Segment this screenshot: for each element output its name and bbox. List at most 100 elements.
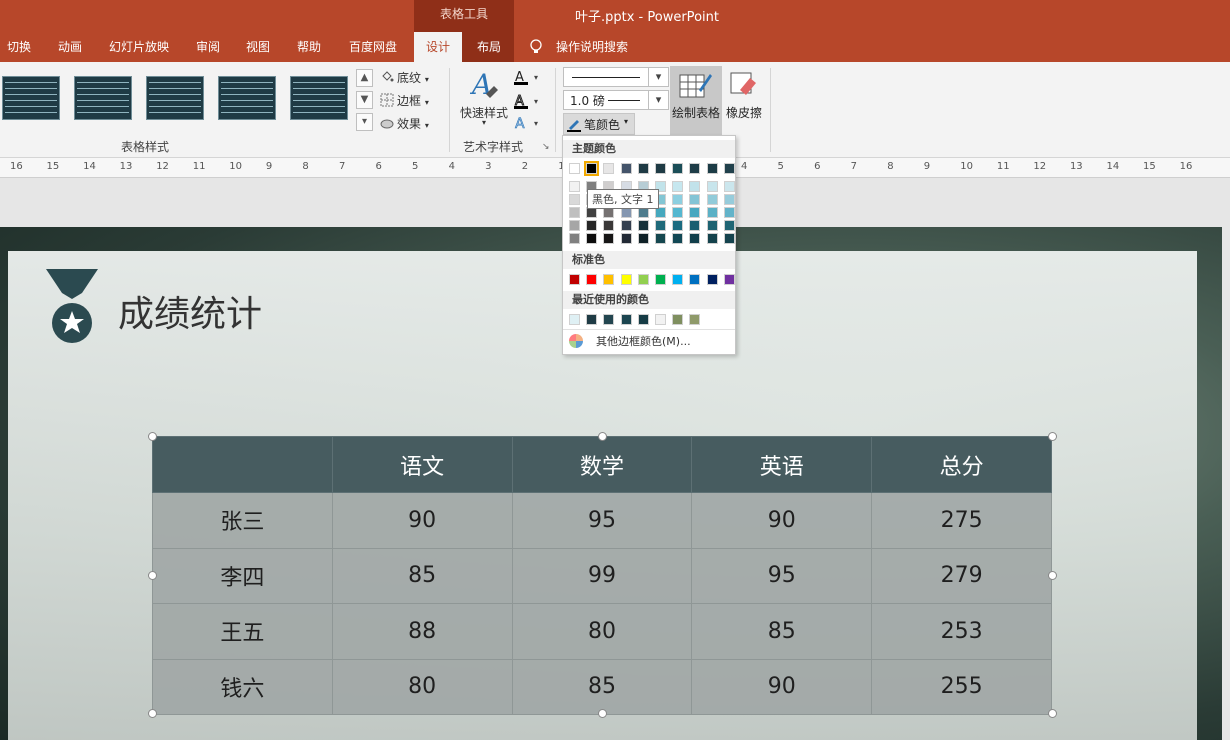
recent-color-swatch[interactable]: [672, 314, 684, 325]
theme-color-swatch[interactable]: [706, 163, 718, 174]
recent-color-swatch[interactable]: [637, 314, 649, 325]
theme-shade-swatch[interactable]: [620, 220, 632, 231]
recent-color-swatch[interactable]: [620, 314, 632, 325]
table-header-cell[interactable]: 英语: [691, 436, 873, 493]
recent-color-swatch[interactable]: [586, 314, 598, 325]
theme-shade-swatch[interactable]: [603, 220, 615, 231]
theme-shade-swatch[interactable]: [672, 181, 684, 192]
theme-shade-swatch[interactable]: [586, 220, 598, 231]
resize-handle[interactable]: [1048, 709, 1057, 718]
theme-shade-swatch[interactable]: [672, 220, 684, 231]
table-header-cell[interactable]: 数学: [511, 436, 693, 493]
theme-shade-swatch[interactable]: [723, 194, 735, 205]
standard-color-swatch[interactable]: [637, 274, 649, 285]
table-cell[interactable]: 李四: [152, 547, 333, 604]
theme-shade-swatch[interactable]: [706, 181, 718, 192]
table-cell[interactable]: 90: [691, 658, 873, 715]
table-cell[interactable]: 钱六: [152, 658, 333, 715]
standard-color-swatch[interactable]: [569, 274, 580, 285]
borders-button[interactable]: 边框 ▾: [380, 92, 429, 110]
theme-shade-swatch[interactable]: [706, 220, 718, 231]
theme-color-swatch[interactable]: [569, 163, 580, 174]
theme-shade-swatch[interactable]: [569, 181, 580, 192]
theme-shade-swatch[interactable]: [672, 207, 684, 218]
tab-animations[interactable]: 动画: [52, 32, 88, 62]
table-cell[interactable]: 85: [691, 603, 873, 660]
theme-shade-swatch[interactable]: [655, 220, 666, 231]
standard-color-swatch[interactable]: [723, 274, 735, 285]
recent-color-swatch[interactable]: [655, 314, 666, 325]
tab-design[interactable]: 设计: [414, 32, 462, 62]
pen-style-dropdown[interactable]: ▾: [563, 67, 669, 87]
resize-handle[interactable]: [148, 709, 157, 718]
theme-shade-swatch[interactable]: [672, 194, 684, 205]
theme-shade-swatch[interactable]: [569, 194, 580, 205]
theme-color-swatch[interactable]: [689, 163, 701, 174]
theme-shade-swatch[interactable]: [689, 194, 701, 205]
gallery-scroll-down-button[interactable]: ▼: [356, 91, 373, 109]
theme-color-swatch[interactable]: [672, 163, 684, 174]
recent-color-swatch[interactable]: [603, 314, 615, 325]
theme-shade-swatch[interactable]: [569, 207, 580, 218]
effects-button[interactable]: 效果 ▾: [380, 115, 429, 133]
table-cell[interactable]: 85: [331, 547, 513, 604]
theme-color-swatch[interactable]: [620, 163, 632, 174]
standard-color-swatch[interactable]: [655, 274, 666, 285]
resize-handle[interactable]: [1048, 571, 1057, 580]
draw-table-button[interactable]: 绘制表格: [670, 66, 722, 136]
table-cell[interactable]: 张三: [152, 492, 333, 549]
table-cell[interactable]: 80: [511, 603, 693, 660]
table-cell[interactable]: 279: [871, 547, 1052, 604]
table-cell[interactable]: 255: [871, 658, 1052, 715]
quick-styles-icon[interactable]: A: [470, 68, 502, 102]
text-effects-icon[interactable]: A ▾: [513, 115, 541, 131]
resize-handle[interactable]: [1048, 432, 1057, 441]
theme-shade-swatch[interactable]: [689, 181, 701, 192]
standard-color-swatch[interactable]: [672, 274, 684, 285]
tab-review[interactable]: 审阅: [190, 32, 226, 62]
more-border-colors-item[interactable]: 其他边框颜色(M)...: [596, 333, 691, 349]
text-outline-icon[interactable]: A ▾: [513, 93, 541, 109]
theme-shade-swatch[interactable]: [672, 233, 684, 244]
theme-shade-swatch[interactable]: [637, 233, 649, 244]
table-cell[interactable]: 253: [871, 603, 1052, 660]
tab-baidu-netdisk[interactable]: 百度网盘: [341, 32, 405, 62]
table-header-cell[interactable]: 语文: [331, 436, 513, 493]
table-header-cell[interactable]: [152, 436, 333, 493]
theme-color-swatch[interactable]: [603, 163, 615, 174]
theme-shade-swatch[interactable]: [723, 233, 735, 244]
theme-shade-swatch[interactable]: [689, 233, 701, 244]
slide-title[interactable]: 成绩统计: [118, 285, 262, 337]
tab-layout[interactable]: 布局: [467, 32, 511, 62]
eraser-button[interactable]: 橡皮擦: [724, 66, 764, 136]
standard-color-swatch[interactable]: [689, 274, 701, 285]
table-cell[interactable]: 95: [691, 547, 873, 604]
standard-color-swatch[interactable]: [706, 274, 718, 285]
theme-shade-swatch[interactable]: [723, 220, 735, 231]
score-table[interactable]: 语文 数学 英语 总分 张三 90 95 90 275 李四 85 99 95 …: [152, 436, 1052, 715]
table-cell[interactable]: 80: [331, 658, 513, 715]
theme-shade-swatch[interactable]: [706, 194, 718, 205]
table-cell[interactable]: 88: [331, 603, 513, 660]
theme-shade-swatch[interactable]: [637, 220, 649, 231]
tab-transitions[interactable]: 切换: [0, 32, 38, 62]
theme-color-swatch[interactable]: [584, 161, 600, 176]
table-style-thumb[interactable]: [218, 76, 276, 120]
table-cell[interactable]: 90: [691, 492, 873, 549]
theme-shade-swatch[interactable]: [569, 220, 580, 231]
table-cell[interactable]: 275: [871, 492, 1052, 549]
theme-shade-swatch[interactable]: [603, 233, 615, 244]
shading-button[interactable]: 底纹 ▾: [380, 69, 429, 87]
theme-shade-swatch[interactable]: [706, 207, 718, 218]
resize-handle[interactable]: [598, 709, 607, 718]
recent-color-swatch[interactable]: [689, 314, 701, 325]
theme-color-swatch[interactable]: [655, 163, 666, 174]
wordart-dialog-launcher[interactable]: ↘: [542, 142, 550, 152]
table-cell[interactable]: 90: [331, 492, 513, 549]
table-style-thumb[interactable]: [290, 76, 348, 120]
theme-shade-swatch[interactable]: [586, 233, 598, 244]
table-cell[interactable]: 95: [511, 492, 693, 549]
pen-color-button[interactable]: 笔颜色 ▾: [563, 113, 635, 135]
resize-handle[interactable]: [148, 571, 157, 580]
tell-me-search[interactable]: 操作说明搜索: [556, 32, 628, 62]
